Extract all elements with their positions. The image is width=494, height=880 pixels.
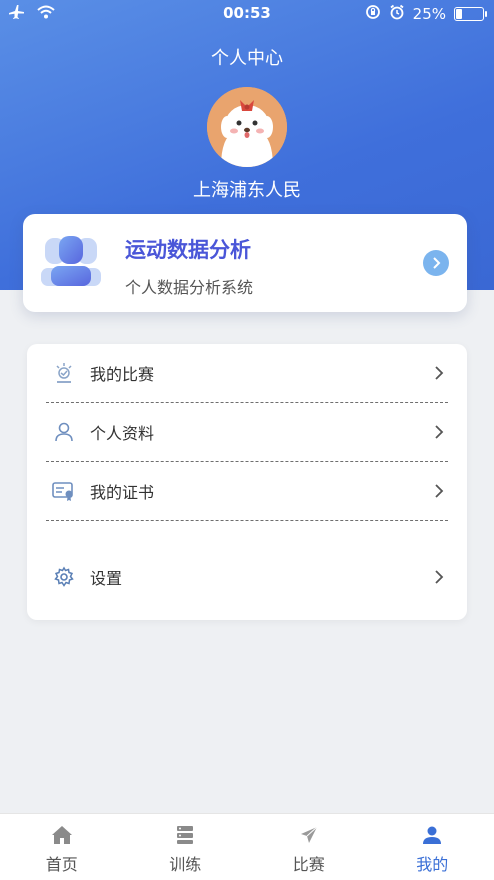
analysis-card-title: 运动数据分析 <box>125 238 251 262</box>
user-icon <box>421 824 443 846</box>
alarm-icon <box>389 4 405 24</box>
avatar[interactable] <box>207 87 287 167</box>
chevron-right-icon[interactable] <box>423 250 449 276</box>
training-icon <box>174 824 196 846</box>
tab-label: 比赛 <box>292 855 325 874</box>
rotation-lock-icon <box>365 4 381 24</box>
bottom-tab-bar: 首页 训练 比赛 我的 <box>0 813 494 880</box>
dog-avatar-icon <box>207 87 287 167</box>
menu-item-label: 我的证书 <box>90 483 155 502</box>
menu-item-label: 设置 <box>90 569 123 588</box>
menu-item-certificates[interactable]: 我的证书 <box>46 462 448 520</box>
tab-matches[interactable]: 比赛 <box>247 814 371 880</box>
tab-mine[interactable]: 我的 <box>371 814 494 880</box>
username: 上海浦东人民 <box>193 180 301 201</box>
menu-item-my-matches[interactable]: 我的比赛 <box>46 344 448 402</box>
tab-label: 训练 <box>169 855 202 874</box>
chevron-right-icon <box>435 484 444 498</box>
certificate-icon <box>52 479 76 503</box>
page-title: 个人中心 <box>211 48 283 69</box>
menu-card: 我的比赛 个人资料 我的证书 设置 <box>27 344 467 620</box>
users-group-icon <box>41 236 101 292</box>
tab-label: 我的 <box>416 855 449 874</box>
chevron-right-icon <box>435 570 444 584</box>
battery-icon <box>454 7 487 21</box>
chevron-right-icon <box>435 425 444 439</box>
menu-divider <box>46 520 448 521</box>
chevron-right-icon <box>435 366 444 380</box>
tab-training[interactable]: 训练 <box>124 814 248 880</box>
paper-plane-icon <box>298 824 320 846</box>
sports-data-analysis-card[interactable]: 运动数据分析 个人数据分析系统 <box>23 214 467 312</box>
home-icon <box>51 824 73 846</box>
gear-icon <box>52 565 76 589</box>
tab-label: 首页 <box>45 855 78 874</box>
medal-icon <box>52 361 76 385</box>
battery-percent: 25% <box>412 5 446 23</box>
menu-item-settings[interactable]: 设置 <box>46 548 448 606</box>
menu-item-profile[interactable]: 个人资料 <box>46 403 448 461</box>
tab-home[interactable]: 首页 <box>0 814 124 880</box>
person-icon <box>52 420 76 444</box>
menu-item-label: 个人资料 <box>90 424 155 443</box>
status-bar: 00:53 25% <box>0 0 494 28</box>
menu-item-label: 我的比赛 <box>90 365 155 384</box>
analysis-card-subtitle: 个人数据分析系统 <box>125 278 254 297</box>
